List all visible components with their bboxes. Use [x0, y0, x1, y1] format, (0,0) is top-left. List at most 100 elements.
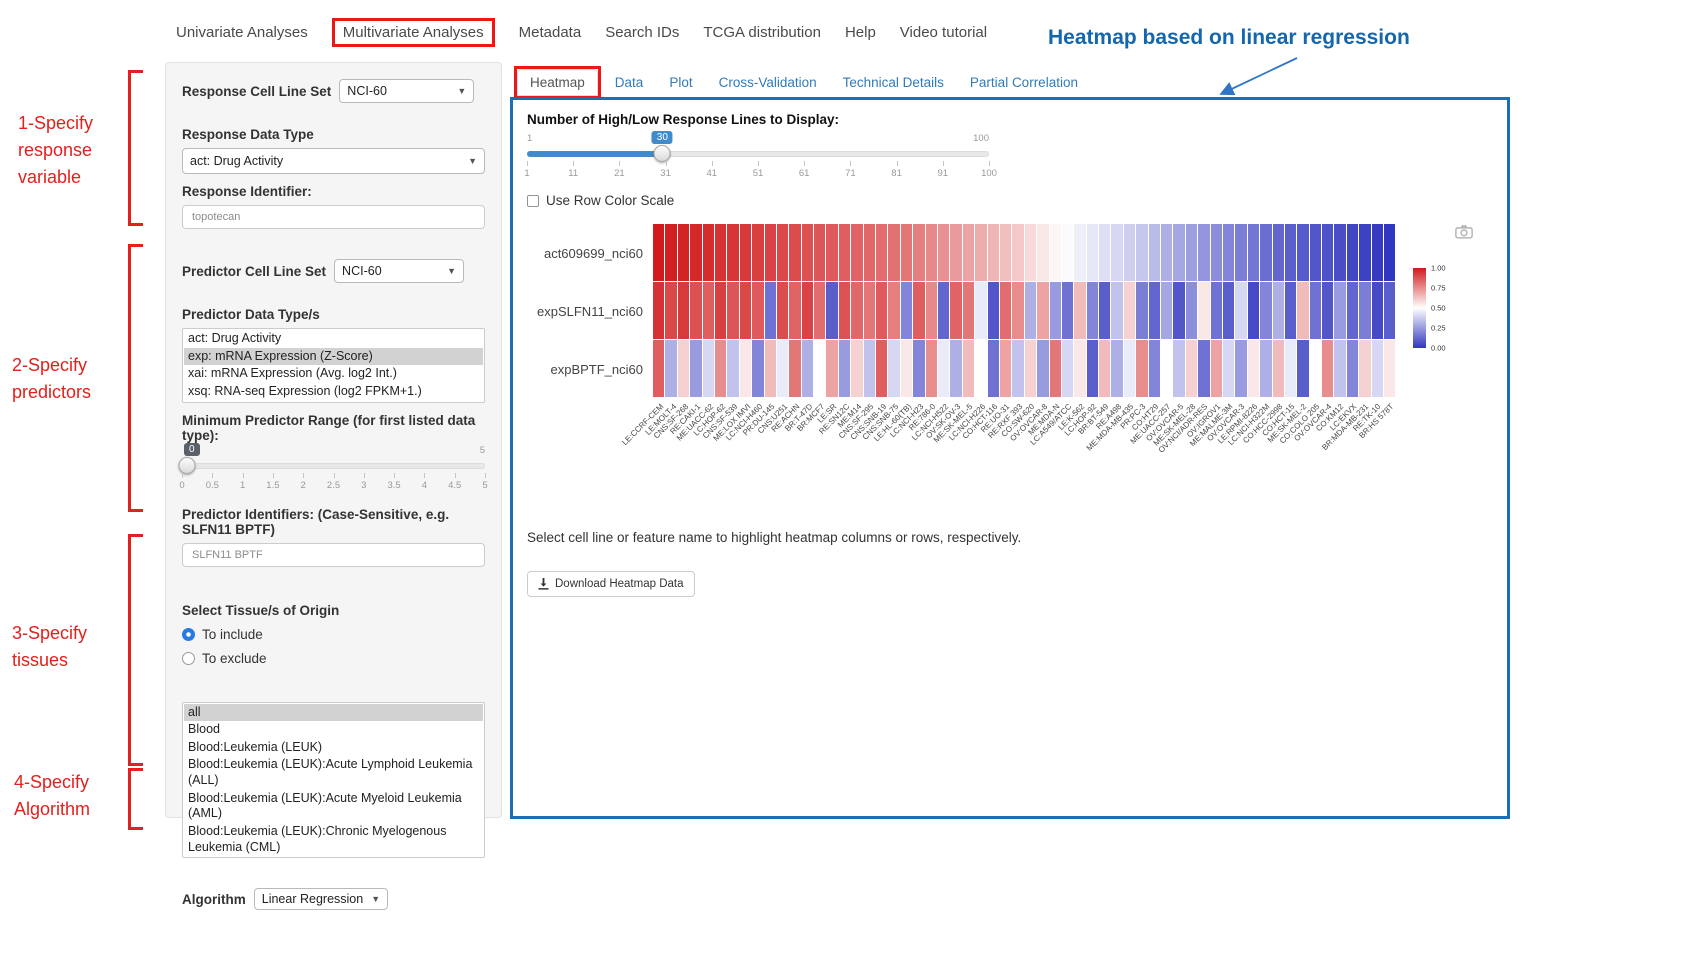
- heatmap-cell[interactable]: [926, 340, 938, 397]
- heatmap-cell[interactable]: [1173, 224, 1185, 281]
- tissue-option-blood-leukemia-leuk-acute-lymphoid-leukemia-all[interactable]: Blood:Leukemia (LEUK):Acute Lymphoid Leu…: [184, 756, 483, 789]
- tab-heatmap[interactable]: Heatmap: [517, 69, 598, 96]
- heatmap-cell[interactable]: [1087, 224, 1099, 281]
- heatmap-cell[interactable]: [703, 340, 715, 397]
- heatmap-cell[interactable]: [826, 224, 838, 281]
- heatmap-cell[interactable]: [814, 282, 826, 339]
- heatmap-cell[interactable]: [1273, 340, 1285, 397]
- response-cell-line-set-select[interactable]: NCI-60 ▼: [339, 79, 474, 103]
- nav-item-univariate-analyses[interactable]: Univariate Analyses: [176, 24, 308, 41]
- heatmap-cell[interactable]: [901, 282, 913, 339]
- heatmap-cell[interactable]: [1260, 224, 1272, 281]
- heatmap-cell[interactable]: [1000, 282, 1012, 339]
- heatmap-cell[interactable]: [1161, 282, 1173, 339]
- heatmap-cell[interactable]: [1211, 224, 1223, 281]
- slider-track[interactable]: [182, 463, 485, 469]
- heatmap-cell[interactable]: [1322, 340, 1334, 397]
- heatmap-cell[interactable]: [963, 282, 975, 339]
- heatmap-cell[interactable]: [1025, 340, 1037, 397]
- slider-handle[interactable]: [178, 457, 195, 474]
- heatmap-cell[interactable]: [1372, 224, 1384, 281]
- heatmap-cell[interactable]: [864, 340, 876, 397]
- nav-item-multivariate-analyses[interactable]: Multivariate Analyses: [332, 18, 495, 47]
- heatmap-cell[interactable]: [1285, 282, 1297, 339]
- heatmap-cell[interactable]: [1285, 224, 1297, 281]
- heatmap-cell[interactable]: [851, 340, 863, 397]
- heatmap-cell[interactable]: [789, 282, 801, 339]
- heatmap-cell[interactable]: [975, 224, 987, 281]
- heatmap-cell[interactable]: [950, 282, 962, 339]
- heatmap-cell[interactable]: [740, 340, 752, 397]
- heatmap-cell[interactable]: [1173, 282, 1185, 339]
- heatmap-cell[interactable]: [665, 340, 677, 397]
- heatmap-cell[interactable]: [1037, 224, 1049, 281]
- heatmap-cell[interactable]: [901, 340, 913, 397]
- heatmap-cell[interactable]: [690, 340, 702, 397]
- heatmap-cell[interactable]: [1186, 282, 1198, 339]
- tissue-option-blood-leukemia-leuk-chronic-myelogenous-leukemia-cml[interactable]: Blood:Leukemia (LEUK):Chronic Myelogenou…: [184, 823, 483, 856]
- heatmap-cell[interactable]: [690, 282, 702, 339]
- heatmap-cell[interactable]: [913, 282, 925, 339]
- heatmap-cell[interactable]: [1099, 224, 1111, 281]
- heatmap-cell[interactable]: [888, 282, 900, 339]
- heatmap-cell[interactable]: [814, 340, 826, 397]
- heatmap-cell[interactable]: [963, 340, 975, 397]
- heatmap-cell[interactable]: [777, 282, 789, 339]
- heatmap-cell[interactable]: [1322, 282, 1334, 339]
- heatmap-cell[interactable]: [1136, 282, 1148, 339]
- heatmap-cell[interactable]: [1062, 224, 1074, 281]
- heatmap-cell[interactable]: [1372, 282, 1384, 339]
- heatmap-cell[interactable]: [988, 340, 1000, 397]
- heatmap-cell[interactable]: [1310, 340, 1322, 397]
- heatmap-row-label-expbptf-nci60[interactable]: expBPTF_nci60: [527, 340, 653, 398]
- heatmap-cell[interactable]: [1297, 282, 1309, 339]
- heatmap-cell[interactable]: [1273, 224, 1285, 281]
- heatmap-cell[interactable]: [1347, 340, 1359, 397]
- heatmap-cell[interactable]: [1260, 340, 1272, 397]
- heatmap-cell[interactable]: [653, 282, 665, 339]
- heatmap-cell[interactable]: [1087, 340, 1099, 397]
- response-data-type-select[interactable]: act: Drug Activity ▼: [182, 148, 485, 174]
- heatmap-cell[interactable]: [1310, 282, 1322, 339]
- heatmap-cell[interactable]: [1198, 224, 1210, 281]
- heatmap-cell[interactable]: [653, 340, 665, 397]
- heatmap-cell[interactable]: [1050, 224, 1062, 281]
- heatmap-cell[interactable]: [926, 224, 938, 281]
- heatmap-cell[interactable]: [876, 282, 888, 339]
- heatmap-cell[interactable]: [802, 224, 814, 281]
- heatmap-cell[interactable]: [727, 340, 739, 397]
- heatmap-cell[interactable]: [1062, 282, 1074, 339]
- heatmap-cell[interactable]: [1087, 282, 1099, 339]
- heatmap-cell[interactable]: [789, 340, 801, 397]
- heatmap-cell[interactable]: [1359, 340, 1371, 397]
- heatmap-cell[interactable]: [1149, 340, 1161, 397]
- heatmap-cell[interactable]: [765, 224, 777, 281]
- heatmap-cell[interactable]: [1198, 340, 1210, 397]
- tissue-option-blood[interactable]: Blood: [184, 721, 483, 739]
- response-identifier-input[interactable]: topotecan: [182, 205, 485, 229]
- heatmap-cell[interactable]: [1037, 340, 1049, 397]
- predictor-data-type-option-xsq-rna-seq-expression-log2-fpkm-1[interactable]: xsq: RNA-seq Expression (log2 FPKM+1.): [184, 383, 483, 401]
- heatmap-cell[interactable]: [975, 340, 987, 397]
- nav-item-tcga-distribution[interactable]: TCGA distribution: [703, 24, 821, 41]
- nav-item-metadata[interactable]: Metadata: [519, 24, 582, 41]
- heatmap-cell[interactable]: [1074, 224, 1086, 281]
- heatmap-cell[interactable]: [678, 224, 690, 281]
- heatmap-cell[interactable]: [926, 282, 938, 339]
- heatmap-cell[interactable]: [1124, 282, 1136, 339]
- tissue-option-blood-leukemia-leuk[interactable]: Blood:Leukemia (LEUK): [184, 739, 483, 757]
- heatmap-cell[interactable]: [1074, 340, 1086, 397]
- heatmap-cell[interactable]: [740, 282, 752, 339]
- heatmap-cell[interactable]: [703, 282, 715, 339]
- heatmap-cell[interactable]: [1050, 340, 1062, 397]
- heatmap-cell[interactable]: [876, 340, 888, 397]
- heatmap-cell[interactable]: [740, 224, 752, 281]
- predictor-data-type-option-exp-mrna-expression-z-score[interactable]: exp: mRNA Expression (Z-Score): [184, 348, 483, 366]
- heatmap-cell[interactable]: [1372, 340, 1384, 397]
- heatmap-cell[interactable]: [1248, 340, 1260, 397]
- heatmap-cell[interactable]: [1211, 282, 1223, 339]
- heatmap-cell[interactable]: [1248, 282, 1260, 339]
- heatmap-cell[interactable]: [1334, 224, 1346, 281]
- heatmap-cell[interactable]: [777, 224, 789, 281]
- heatmap-cell[interactable]: [988, 224, 1000, 281]
